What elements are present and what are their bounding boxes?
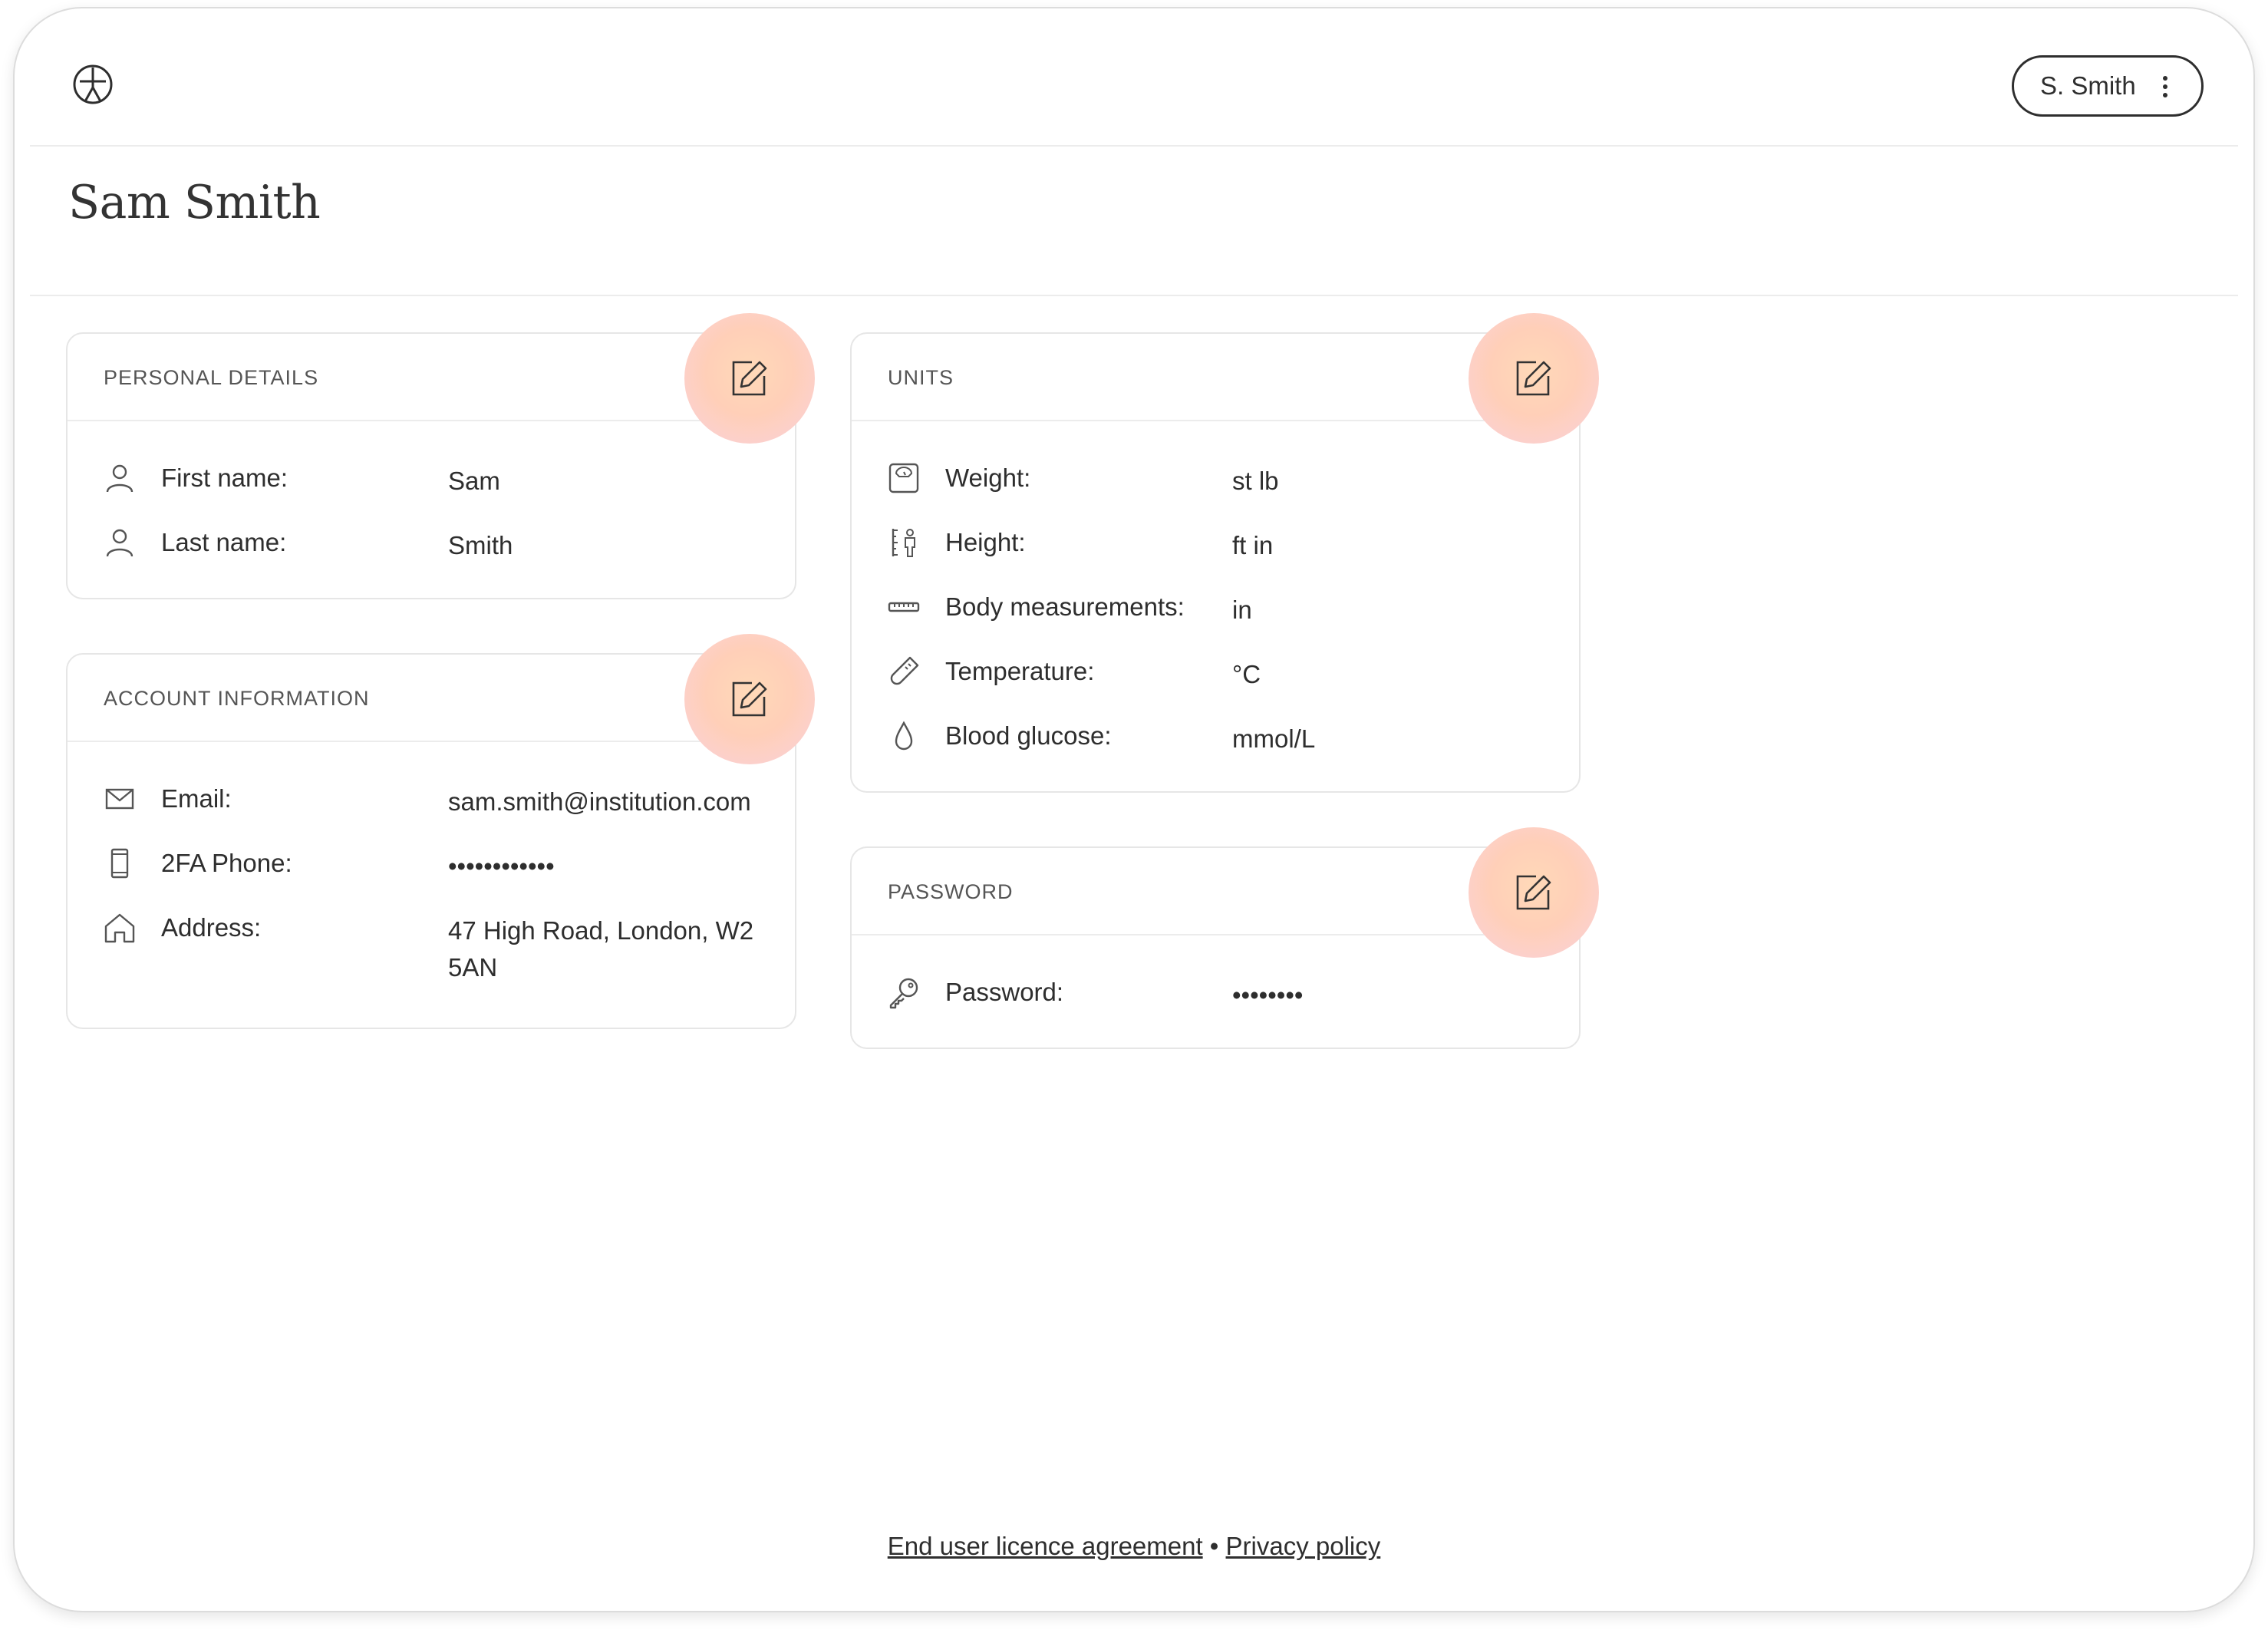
envelope-icon [105,788,134,810]
address-line-1: 47 High Road, London, W2 [448,916,754,945]
drop-icon [895,721,913,751]
temperature-row: Temperature: °C [852,648,1579,695]
units-card: UNITS Weight: st lb Height: ft in Body m… [850,332,1581,793]
temperature-value: °C [1232,660,1261,688]
body-measurements-label: Body measurements: [945,592,1185,621]
card-title: ACCOUNT INFORMATION [104,687,370,710]
first-name-value: Sam [448,467,500,495]
password-label: Password: [945,978,1064,1006]
privacy-policy-link[interactable]: Privacy policy [1226,1532,1381,1560]
phone-icon [110,848,129,879]
eula-link[interactable]: End user licence agreement [888,1532,1203,1560]
app-window: S. Smith Sam Smith PERSONAL DETAILS Firs… [13,7,2255,1612]
card-title: UNITS [888,366,954,389]
more-vertical-icon [2163,76,2167,99]
header-divider [30,145,2238,147]
last-name-label: Last name: [161,528,287,556]
footer: End user licence agreement • Privacy pol… [15,1532,2253,1561]
ruler-icon [888,602,920,612]
height-value: ft in [1232,531,1274,559]
footer-separator: • [1202,1532,1226,1560]
accessibility-logo-icon[interactable] [70,61,116,107]
temperature-label: Temperature: [945,657,1095,685]
body-measurements-value: in [1232,596,1252,624]
2fa-phone-label: 2FA Phone: [161,849,292,877]
height-icon [892,529,915,557]
first-name-label: First name: [161,464,288,492]
title-divider [30,295,2238,296]
address-value: 47 High Road, London, W2 5AN [448,912,753,986]
edit-icon [732,681,767,717]
person-icon [106,529,134,557]
edit-password-button[interactable] [1469,827,1599,958]
address-line-2: 5AN [448,953,498,982]
page-title: Sam Smith [68,176,321,229]
first-name-row: First name: Sam [68,455,795,501]
user-menu-label: S. Smith [2040,71,2136,100]
last-name-value: Smith [448,531,513,559]
blood-glucose-label: Blood glucose: [945,721,1112,750]
password-row: Password: •••••••• [852,969,1579,1015]
scale-icon [888,463,919,493]
height-label: Height: [945,528,1026,556]
thermometer-icon [890,656,919,685]
weight-label: Weight: [945,464,1031,492]
address-row: Address: 47 High Road, London, W2 5AN [68,905,795,982]
edit-icon [1516,361,1551,396]
edit-personal-details-button[interactable] [684,313,815,444]
weight-row: Weight: st lb [852,455,1579,501]
height-row: Height: ft in [852,520,1579,566]
user-menu-button[interactable]: S. Smith [2012,55,2204,117]
key-icon [889,978,918,1009]
password-value: •••••••• [1232,981,1304,1009]
body-measurements-row: Body measurements: in [852,584,1579,630]
address-label: Address: [161,913,262,942]
last-name-row: Last name: Smith [68,520,795,566]
card-title: PERSONAL DETAILS [104,366,319,389]
home-icon [104,913,135,943]
person-icon [106,464,134,493]
edit-units-button[interactable] [1469,313,1599,444]
2fa-phone-row: 2FA Phone: •••••••••••• [68,840,795,886]
email-value: sam.smith@institution.com [448,787,751,816]
card-title: PASSWORD [888,880,1014,903]
email-row: Email: sam.smith@institution.com [68,776,795,822]
edit-account-information-button[interactable] [684,634,815,764]
blood-glucose-value: mmol/L [1232,724,1316,753]
email-label: Email: [161,784,232,813]
edit-icon [1516,875,1551,910]
blood-glucose-row: Blood glucose: mmol/L [852,713,1579,759]
edit-icon [732,361,767,396]
weight-value: st lb [1232,467,1279,495]
2fa-phone-value: •••••••••••• [448,852,555,880]
